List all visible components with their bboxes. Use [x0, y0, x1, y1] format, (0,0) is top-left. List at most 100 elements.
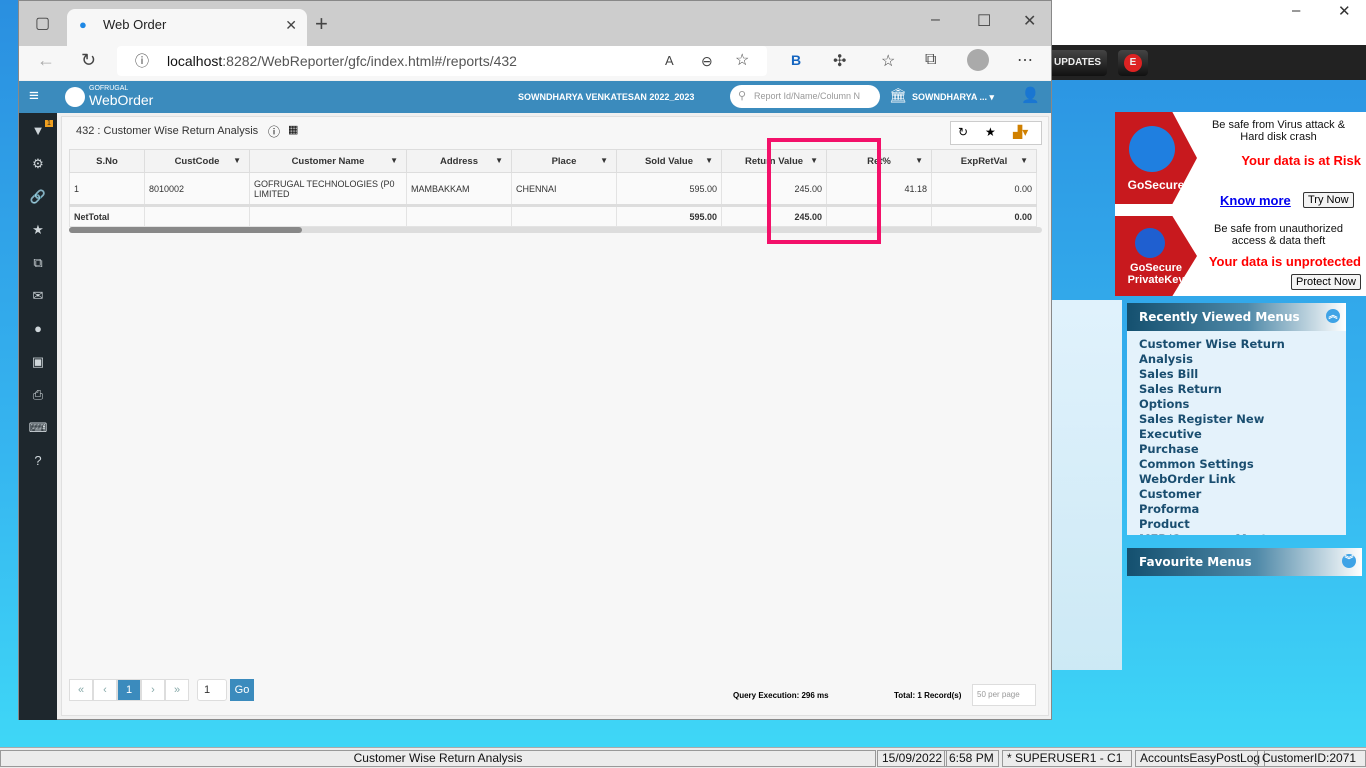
refresh-icon[interactable]: ↻	[81, 50, 96, 71]
column-header[interactable]: Sold Value ▼	[616, 149, 722, 173]
refresh-report-icon[interactable]: ↻	[958, 125, 968, 139]
link-icon[interactable]: 🔗	[19, 189, 57, 205]
search-icon: ⚲	[738, 90, 747, 102]
more-icon[interactable]: ⋯	[1017, 50, 1033, 70]
chart-icon[interactable]: ▟▾	[1013, 125, 1028, 139]
ads-panel: GoSecure Be safe from Virus attack & Hard…	[1115, 112, 1366, 296]
recent-menu-item[interactable]: MFR/Company Master	[1139, 532, 1334, 535]
favicon-icon: ●	[79, 17, 87, 32]
column-header[interactable]: CustCode ▼	[144, 149, 250, 173]
url-input[interactable]: ⓘ localhost:8282/WebReporter/gfc/index.h…	[117, 46, 767, 76]
browser-window: ▢ ● Web Order ✕ + – ☐ ✕ ← ↻ ⓘ localhost:…	[18, 0, 1052, 720]
background-window-titlebar: – ✕	[1052, 0, 1366, 45]
next-page-button[interactable]: ›	[141, 679, 165, 701]
column-header[interactable]: Place ▼	[511, 149, 617, 173]
recent-menu-item[interactable]: Options	[1139, 397, 1334, 412]
print-icon[interactable]: ⎙	[19, 387, 57, 403]
report-search-input[interactable]: ⚲ Report Id/Name/Column N	[730, 85, 880, 108]
new-tab-icon[interactable]: +	[315, 11, 328, 37]
recent-menu-item[interactable]: Common Settings	[1139, 457, 1334, 472]
know-more-link[interactable]: Know more	[1220, 193, 1291, 208]
report-table: S.No CustCode ▼ Customer Name ▼ Address ▼ Place…	[69, 149, 1037, 227]
table-row[interactable]: 1 8010002 GOFRUGAL TECHNOLOGIES (P0 LIMITE…	[69, 172, 1037, 206]
settings-icon[interactable]: ⚙	[19, 156, 57, 172]
column-header[interactable]: ExpRetVal ▼	[931, 149, 1037, 173]
tab-web-order[interactable]: ● Web Order ✕	[67, 9, 307, 46]
favorites-icon[interactable]: ☆	[881, 51, 895, 71]
status-bar: Customer Wise Return Analysis 15/09/2022…	[0, 747, 1366, 768]
collapse-icon[interactable]: ︽	[1326, 309, 1340, 323]
recent-menu-item[interactable]: Customer	[1139, 487, 1334, 502]
bg-minimize-button[interactable]: –	[1292, 2, 1300, 19]
expand-icon[interactable]: ︾	[1342, 554, 1356, 568]
table-cell: GOFRUGAL TECHNOLOGIES (P0 LIMITED	[249, 172, 407, 206]
layout-icon[interactable]: ▦	[288, 123, 298, 136]
e-button[interactable]: E	[1118, 50, 1148, 76]
column-header[interactable]: Customer Name ▼	[249, 149, 407, 173]
profile-avatar[interactable]	[967, 49, 989, 71]
close-tab-icon[interactable]: ✕	[285, 9, 297, 41]
weborder-logo-icon	[65, 87, 85, 107]
help-circle-icon[interactable]: ⓘ	[268, 123, 280, 140]
favorite-star-icon[interactable]: ★	[985, 125, 996, 139]
user-icon[interactable]: 👤	[1021, 86, 1040, 104]
image-icon[interactable]: ▣	[19, 354, 57, 370]
gosecure-logo: GoSecure	[1115, 112, 1197, 204]
read-aloud-icon[interactable]: A	[665, 46, 674, 76]
column-menu-icon[interactable]: ▼	[233, 156, 241, 165]
last-page-button[interactable]: »	[165, 679, 189, 701]
background-toolbar: UPDATES E	[1048, 45, 1366, 80]
bing-icon[interactable]: B	[791, 52, 801, 68]
protect-now-button[interactable]: Protect Now	[1291, 274, 1361, 290]
report-toolbar: ↻ ★ ▟▾	[950, 121, 1042, 145]
brand: WebOrder	[89, 92, 154, 108]
first-page-button[interactable]: «	[69, 679, 93, 701]
recent-menu-item[interactable]: Sales Return	[1139, 382, 1334, 397]
recent-menu-item[interactable]: Proforma	[1139, 502, 1334, 517]
column-header[interactable]: S.No	[69, 149, 145, 173]
clock-icon[interactable]: ●	[19, 321, 57, 336]
per-page-select[interactable]: 50 per page	[972, 684, 1036, 706]
updates-button[interactable]: UPDATES	[1048, 50, 1108, 76]
column-header[interactable]: Address ▼	[406, 149, 512, 173]
favorite-add-icon[interactable]: ☆	[735, 46, 749, 76]
column-menu-icon[interactable]: ▼	[915, 156, 923, 165]
collections-icon[interactable]: ⧉	[925, 51, 936, 69]
minimize-icon[interactable]: –	[931, 11, 940, 29]
horizontal-scrollbar[interactable]	[69, 227, 1042, 233]
column-menu-icon[interactable]: ▼	[705, 156, 713, 165]
recent-menu-item[interactable]: Executive	[1139, 427, 1334, 442]
zoom-icon[interactable]: ⊖	[701, 46, 713, 76]
go-button[interactable]: Go	[230, 679, 254, 701]
recent-menu-item[interactable]: Product	[1139, 517, 1334, 532]
column-menu-icon[interactable]: ▼	[1020, 156, 1028, 165]
recent-menu-item[interactable]: Sales Bill	[1139, 367, 1334, 382]
recent-menu-item[interactable]: Customer Wise Return Analysis	[1139, 337, 1334, 367]
keyboard-icon[interactable]: ⌨	[19, 420, 57, 436]
menu-icon[interactable]: ≡	[29, 86, 39, 106]
recent-menu-item[interactable]: Sales Register New	[1139, 412, 1334, 427]
prev-page-button[interactable]: ‹	[93, 679, 117, 701]
column-menu-icon[interactable]: ▼	[495, 156, 503, 165]
recent-menu-item[interactable]: Purchase	[1139, 442, 1334, 457]
tab-actions-icon[interactable]: ▢	[35, 13, 50, 33]
close-window-icon[interactable]: ✕	[1023, 11, 1036, 31]
maximize-icon[interactable]: ☐	[977, 11, 991, 31]
column-menu-icon[interactable]: ▼	[600, 156, 608, 165]
column-menu-icon[interactable]: ▼	[390, 156, 398, 165]
bg-close-button[interactable]: ✕	[1338, 2, 1351, 20]
company-selector[interactable]: SOWNDHARYA ... ▾	[912, 92, 994, 103]
filter-icon[interactable]: ▼ 1	[19, 120, 57, 138]
export-icon[interactable]: ⧉	[19, 255, 57, 271]
goto-page-input[interactable]: 1	[197, 679, 227, 701]
try-now-button[interactable]: Try Now	[1303, 192, 1354, 208]
favourite-menus[interactable]: Favourite Menus ︾	[1127, 548, 1362, 576]
recent-menu-item[interactable]: WebOrder Link	[1139, 472, 1334, 487]
back-icon[interactable]: ←	[37, 50, 55, 71]
mail-icon[interactable]: ✉	[19, 288, 57, 304]
help-icon[interactable]: ?	[19, 453, 57, 468]
star-icon[interactable]: ★	[19, 222, 57, 238]
page-1-button[interactable]: 1	[117, 679, 141, 701]
table-cell: 1	[69, 172, 145, 206]
extensions-icon[interactable]: ✣	[833, 51, 846, 71]
